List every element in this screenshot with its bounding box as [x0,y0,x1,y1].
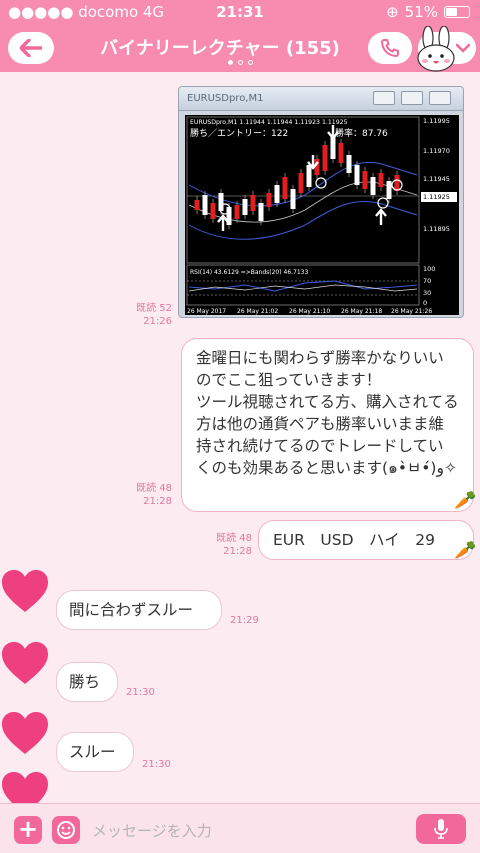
candle [394,175,400,191]
time-label: 26 May 2017 [187,308,226,315]
read-count: 既読 52 [136,303,172,314]
candle [338,143,344,163]
price-label: 1.11925 [423,193,450,201]
symbol-line: EURUSDpro,M1 1.11944 1.11944 1.11923 1.1… [190,119,348,126]
indicator-level-label: 70 [423,277,431,285]
carrot-icon: 🥕 [454,540,477,561]
plus-icon: + [17,815,39,843]
message-time: 21:26 [143,316,172,327]
emoji-button[interactable] [52,816,80,844]
price-label: 1.11995 [423,117,450,125]
message-time: 21:28 [223,546,252,557]
back-arrow-icon [20,39,42,57]
message-bubble-incoming-1[interactable]: 間に合わずスルー [56,590,222,630]
indicator-level-label: 30 [423,289,431,297]
minimize-icon [373,91,395,105]
win-rate-text: 勝率：87.76 [335,127,388,139]
mic-icon [434,819,448,839]
candle [362,171,368,189]
page-dot [247,60,253,65]
window-title: EURUSDpro,M1 [187,93,264,104]
candle [258,203,264,221]
candle [210,203,216,219]
close-icon [429,91,451,105]
plus-button[interactable]: + [14,816,42,844]
win-count-text: 勝ち／エントリー：122 [190,127,288,139]
trading-chart: EURUSDpro,M1 1.11944 1.11944 1.11923 1.1… [185,115,459,315]
candle [194,200,200,210]
price-label: 1.11945 [423,175,450,183]
signal-circle [315,177,327,189]
orientation-lock-icon: ⊕ [386,3,399,21]
read-count: 既読 48 [216,533,252,544]
candle [242,199,248,215]
read-receipt-3: 既読 48 21:28 [200,532,252,558]
candle [274,185,280,203]
window-titlebar: EURUSDpro,M1 [179,87,463,111]
read-receipt-1: 既読 52 21:26 [120,302,172,328]
candle [282,177,288,199]
candle [218,193,224,211]
message-time: 21:30 [142,759,171,770]
time-label: 26 May 21:10 [289,308,330,315]
candle [202,195,208,215]
heart-avatar-icon [2,642,48,684]
voice-button[interactable] [416,814,466,844]
candle [298,173,304,193]
candle [346,155,352,173]
bunny-avatar-icon [417,26,455,72]
battery-percent: 51% [404,3,438,21]
page-dots [0,60,480,65]
candle [370,177,376,195]
chat-title: バイナリーレクチャー (155) [100,38,340,59]
message-bubble-long[interactable]: 金曜日にも関わらず勝率かなりいいのでここ狙っていきます！ ツール視聴されてる方、… [181,338,474,512]
status-bar: ●●●●● docomo 4G 21:31 ⊕ 51% [0,0,480,24]
restore-icon [401,91,423,105]
page-dot [227,60,233,65]
up-arrow-icon [375,208,387,225]
candle [266,193,272,207]
message-time: 21:28 [143,496,172,507]
read-receipt-2: 既読 48 21:28 [120,482,172,508]
time-label: 26 May 21:26 [391,308,432,315]
chevron-down-icon [456,43,470,53]
phone-icon [380,39,399,58]
candle [290,189,296,209]
candle [322,145,328,171]
candle [250,195,256,211]
indicator-level-label: 0 [423,299,427,307]
candle [234,205,240,219]
indicator-level-label: 100 [423,265,435,273]
message-input[interactable]: メッセージを入力 [92,820,212,841]
battery-icon [444,6,470,18]
chat-header: バイナリーレクチャー (155) [0,24,480,72]
read-count: 既読 48 [136,483,172,494]
message-time: 21:29 [230,615,259,626]
candle [354,165,360,185]
message-input-bar: + メッセージを入力 [0,803,480,853]
call-button[interactable] [368,32,412,64]
chart-image-message[interactable]: EURUSDpro,M1 EURUSDpro,M1 1.11944 1.1194… [178,86,464,318]
indicator-label: RSI(14) 43.6129 =>Bands(20) 46.7133 [190,269,308,276]
message-time: 21:30 [126,687,155,698]
candle [306,165,312,187]
heart-avatar-icon [2,712,48,754]
candle [378,173,384,187]
time-label: 26 May 21:18 [341,308,382,315]
message-bubble-trade[interactable]: EUR USD ハイ 29 [258,520,474,560]
price-label: 1.11970 [423,147,450,155]
status-right: ⊕ 51% [386,3,470,21]
emoji-icon [57,821,75,839]
message-bubble-incoming-3[interactable]: スルー [56,732,134,772]
message-bubble-incoming-2[interactable]: 勝ち [56,662,118,702]
heart-avatar-icon [2,570,48,612]
time-label: 26 May 21:02 [237,308,278,315]
carrot-icon: 🥕 [454,490,477,511]
price-label: 1.11895 [423,225,450,233]
candle [386,181,392,199]
page-dot [237,60,243,65]
